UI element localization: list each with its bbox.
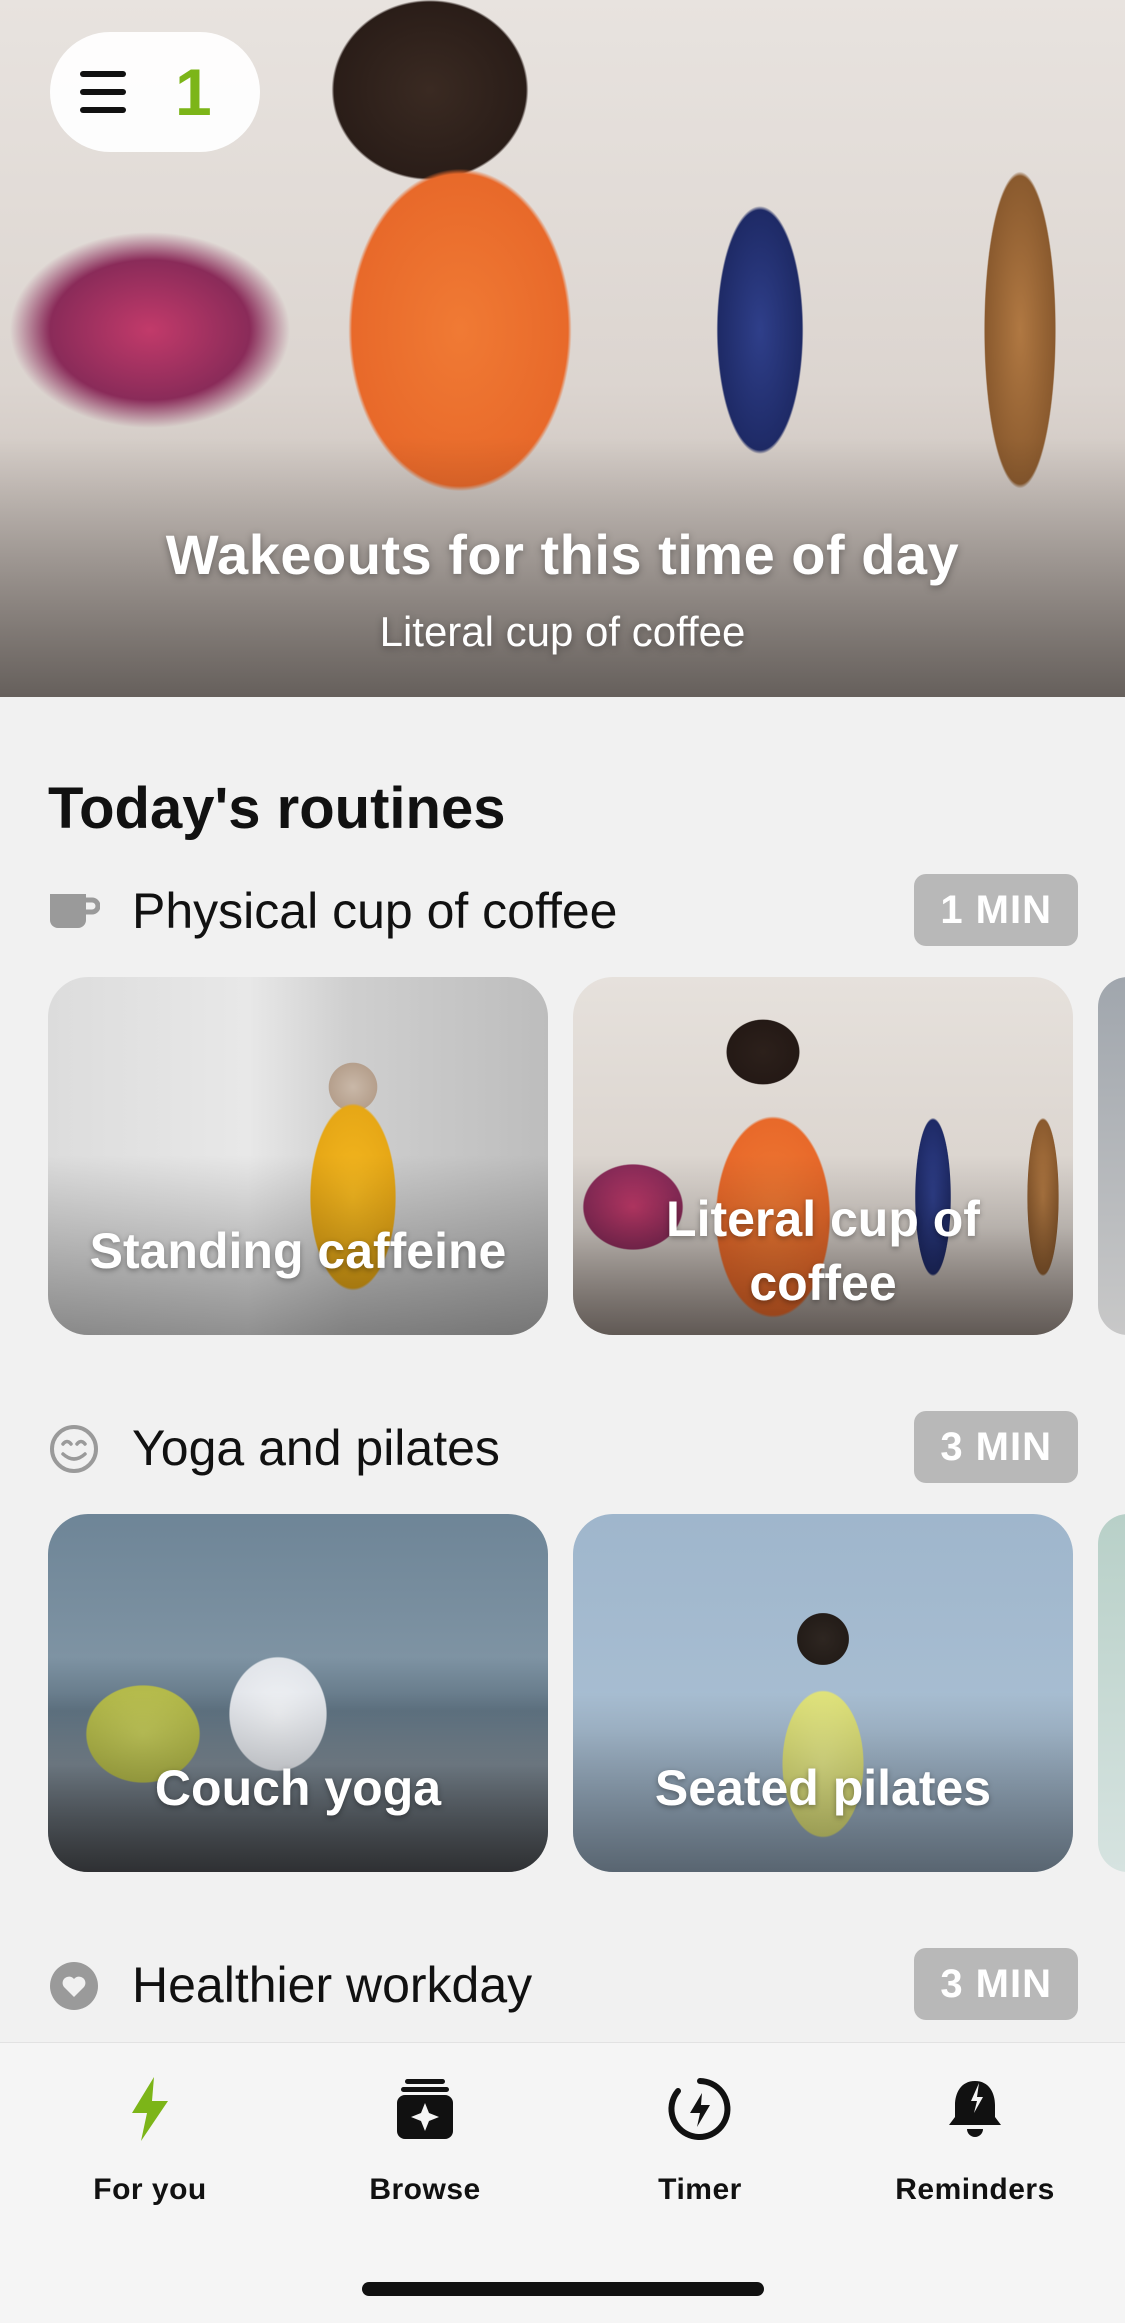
coffee-cup-icon xyxy=(50,894,100,928)
routine-card-peek[interactable] xyxy=(1098,977,1125,1335)
card-label: Standing caffeine xyxy=(89,1223,507,1279)
section-title: Today's routines xyxy=(48,776,506,841)
home-indicator[interactable] xyxy=(362,2282,764,2296)
hero-subtitle: Literal cup of coffee xyxy=(379,608,746,655)
duration-badge: 1 MIN xyxy=(914,874,1078,946)
hamburger-menu-icon[interactable] xyxy=(80,71,126,113)
tab-bar: For you Browse Timer Reminders xyxy=(0,2042,1125,2323)
lightning-icon xyxy=(132,2077,168,2141)
tab-label: Browse xyxy=(369,2173,481,2206)
streak-count: 1 xyxy=(175,55,212,129)
duration-badge: 3 MIN xyxy=(914,1948,1078,2020)
bell-icon xyxy=(949,2081,1001,2137)
tab-reminders[interactable]: Reminders xyxy=(855,2073,1095,2233)
routine-card-couch-yoga[interactable]: Couch yoga xyxy=(48,1514,548,1872)
card-label: Couch yoga xyxy=(154,1760,442,1816)
card-label: Seated pilates xyxy=(654,1760,992,1816)
tab-label: Reminders xyxy=(895,2173,1055,2206)
routine-header-yoga-pilates[interactable]: Yoga and pilates 3 MIN xyxy=(48,1411,1078,1485)
tab-label: Timer xyxy=(658,2173,742,2206)
heart-icon xyxy=(50,1962,98,2010)
tab-timer[interactable]: Timer xyxy=(580,2073,820,2233)
routine-card-literal-coffee[interactable]: Literal cup of coffee xyxy=(573,977,1073,1335)
routine-label: Healthier workday xyxy=(132,1957,533,2013)
hero-title: Wakeouts for this time of day xyxy=(165,523,960,586)
routine-card-seated-pilates[interactable]: Seated pilates xyxy=(573,1514,1073,1872)
routine-card-standing-caffeine[interactable]: Standing caffeine xyxy=(48,977,548,1335)
browse-stack-icon xyxy=(397,2079,453,2139)
menu-streak-pill[interactable]: 1 xyxy=(50,32,260,152)
routine-card-peek[interactable] xyxy=(1098,1514,1125,1872)
duration-badge: 3 MIN xyxy=(914,1411,1078,1483)
routine-header-physical-coffee[interactable]: Physical cup of coffee 1 MIN xyxy=(48,874,1078,948)
tab-for-you[interactable]: For you xyxy=(30,2073,270,2233)
routine-header-healthier-workday[interactable]: Healthier workday 3 MIN xyxy=(48,1948,1078,2022)
card-label: Literal cup of coffee xyxy=(666,1191,980,1311)
smile-face-icon xyxy=(50,1425,98,1473)
routine-label: Yoga and pilates xyxy=(132,1420,500,1476)
tab-label: For you xyxy=(93,2173,207,2206)
routine-label: Physical cup of coffee xyxy=(132,883,618,939)
tab-browse[interactable]: Browse xyxy=(305,2073,545,2233)
timer-icon xyxy=(668,2078,731,2140)
